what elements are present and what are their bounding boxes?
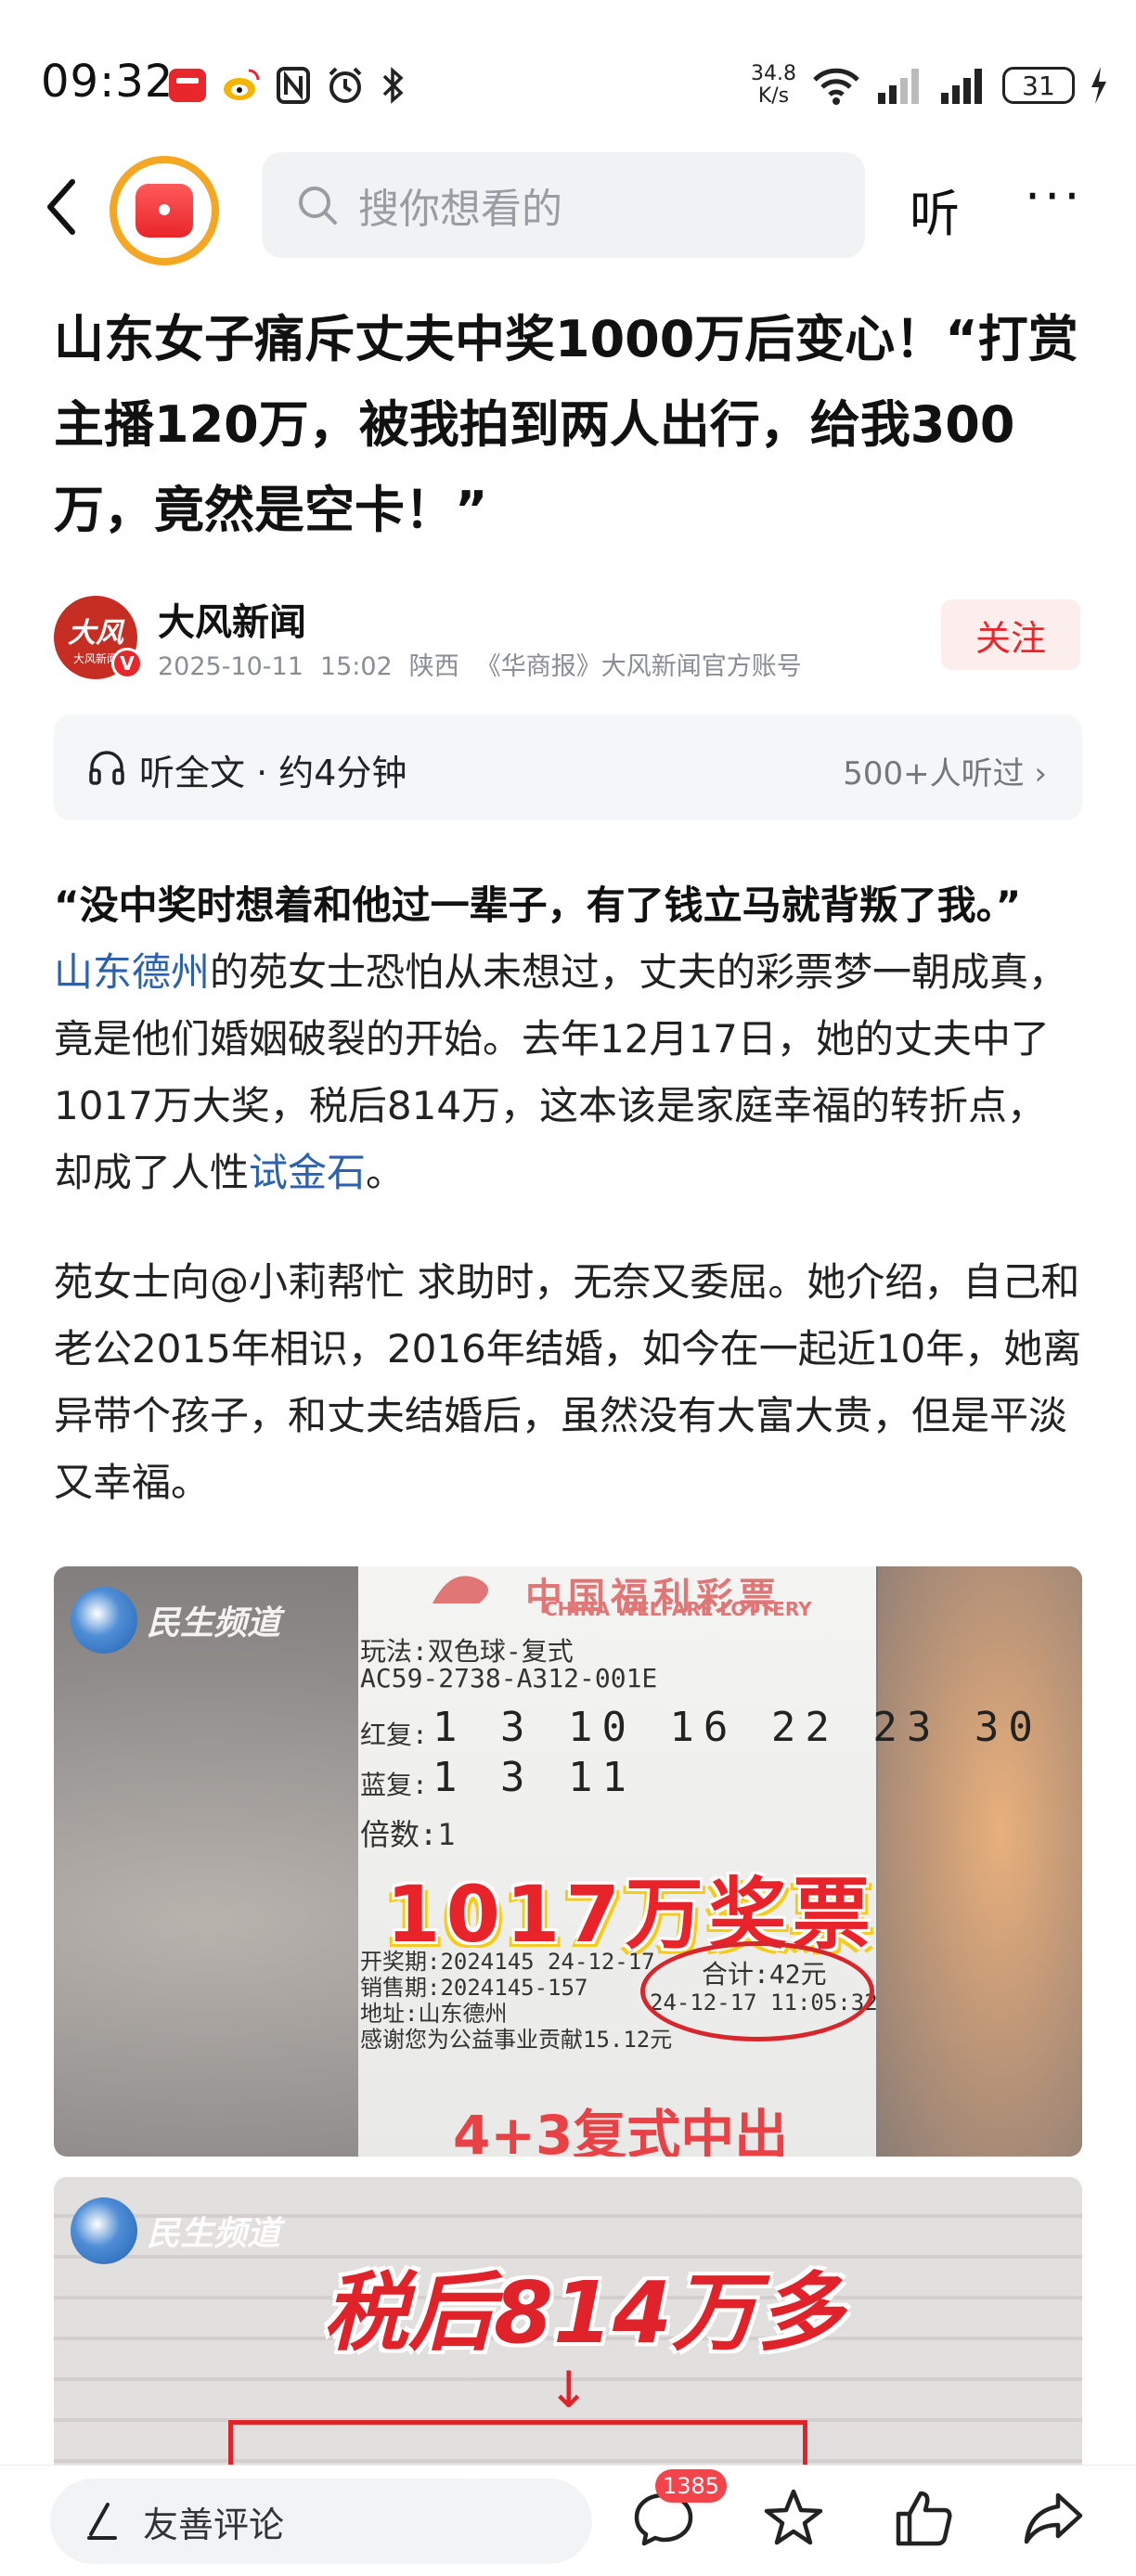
author-row: 大风 大风新闻 V 大风新闻 2025-10-11 15:02 陕西 《华商报》大风新… [54,590,1084,683]
pen-icon [87,2503,117,2540]
red-numbers: 1 3 10 16 22 23 30 [432,1704,1042,1751]
ticket-id: AC59-2738-A312-001E [360,1663,658,1694]
search-icon [299,187,337,225]
bluetooth-icon [382,67,404,104]
blue-numbers: 1 3 11 [432,1754,636,1801]
thanks-line: 感谢您为公益事业贡献15.12元 [360,2027,673,2053]
like-icon[interactable] [891,2486,956,2551]
multiple: 倍数:1 [360,1817,456,1852]
image-blur-side [878,1566,1082,2157]
highlight-ellipse [640,1941,874,2041]
avatar-text: 大风 [68,616,123,650]
system-icons: 34.8 K/s 31 [751,59,1108,111]
comment-count-badge: 1385 [655,2469,728,2503]
follow-button[interactable]: 关注 [941,599,1080,670]
author-name[interactable]: 大风新闻 [158,592,306,646]
bottom-action-bar: 友善评论 1385 [0,2465,1136,2576]
share-icon[interactable] [1021,2486,1086,2551]
publish-time: 15:02 [319,652,393,681]
red-label: 红复: [360,1719,428,1750]
paragraph-1: “没中奖时想着和他过一辈子，有了钱立马就背叛了我。” 山东德州的苑女士恐怕从未想… [54,872,1084,1206]
comment-input[interactable]: 友善评论 [50,2479,592,2564]
signal-icon-1 [878,69,919,104]
article-title: 山东女子痛斥丈夫中奖1000万后变心！“打赏主播120万，被我拍到两人出行，给我… [54,310,1078,539]
link-touchstone[interactable]: 试金石 [249,1150,366,1195]
charging-icon [1091,67,1106,104]
listener-count: 500+人听过 › [843,755,1047,792]
paragraph-1-end: 。 [366,1150,406,1195]
wifi-icon [813,68,859,105]
net-speed-unit: K/s [757,84,790,108]
link-shandong-dezhou[interactable]: 山东德州 [54,949,210,995]
paragraph-2: 苑女士向@小莉帮忙 求助时，无奈又委屈。她介绍，自己和老公2015年相识，201… [54,1259,1082,1505]
listen-label: 听全文 · 约4分钟 [139,753,407,793]
publish-date: 2025-10-11 [158,652,303,681]
nfc-icon [277,67,310,104]
author-meta: 2025-10-11 15:02 陕西 《华商报》大风新闻官方账号 [158,646,819,682]
blue-label: 蓝复: [360,1770,428,1800]
paragraph-1-quote: “没中奖时想着和他过一辈子，有了钱立马就背叛了我。” [54,882,1022,928]
status-bar: 09:32 34.8 K/s 31 [0,0,1136,139]
weibo-icon [224,69,260,100]
app-logo[interactable] [110,156,219,265]
lottery-header: 中国福利彩票 CHINA WELFARE LOTTERY [395,1566,878,1620]
down-arrow-icon: ↓ [548,2361,590,2419]
listen-button[interactable]: 听 [910,173,960,246]
lottery-ticket-image[interactable]: 中国福利彩票 CHINA WELFARE LOTTERY 玩法:双色球-复式 A… [54,1566,1082,2157]
headphones-icon [89,751,124,785]
region: 陕西 [408,652,459,681]
huawei-app-icon [169,69,206,102]
channel-watermark-2: 民生频道 [71,2197,280,2264]
after-tax-image[interactable]: 民生频道 税后814万多 ↓ [54,2177,1082,2474]
channel-logo-icon [71,2197,137,2264]
lottery-logo-icon [432,1576,488,1604]
channel-name-2: 民生频道 [147,2215,281,2253]
top-nav: 搜你想看的 听 ··· [0,139,1136,278]
signal-icon-2 [941,69,982,104]
channel-watermark: 民生频道 [71,1587,280,1654]
channel-name: 民生频道 [147,1604,281,1642]
battery-indicator: 31 [1002,67,1075,104]
article-page: 09:32 34.8 K/s 31 搜你想看的 听 ··· 山东女子痛斥丈夫中奖… [0,0,1136,2576]
back-icon[interactable] [37,174,93,239]
after-tax-headline: 税后814万多 [323,2263,844,2363]
channel-logo-icon [71,1587,137,1654]
verified-badge-icon: V [111,648,143,679]
net-speed-value: 34.8 [751,62,796,85]
logo-mark-icon [136,184,193,238]
search-placeholder: 搜你想看的 [358,186,562,233]
net-speed: 34.8 K/s [751,63,796,108]
more-button[interactable]: ··· [1025,167,1084,225]
bottom-caption: 4+3复式中出 [453,2104,789,2157]
search-input[interactable]: 搜你想看的 [262,152,865,258]
alarm-icon [329,67,362,103]
source: 《华商报》大风新闻官方账号 [475,652,802,681]
comment-placeholder: 友善评论 [143,2504,285,2545]
listen-full-article-bar[interactable]: 听全文 · 约4分钟 500+人听过 › [54,715,1082,820]
star-icon[interactable] [761,2486,826,2551]
notification-icons [167,65,407,106]
lottery-name-en: CHINA WELFARE LOTTERY [544,1598,812,1620]
status-time: 09:32 [41,56,174,108]
